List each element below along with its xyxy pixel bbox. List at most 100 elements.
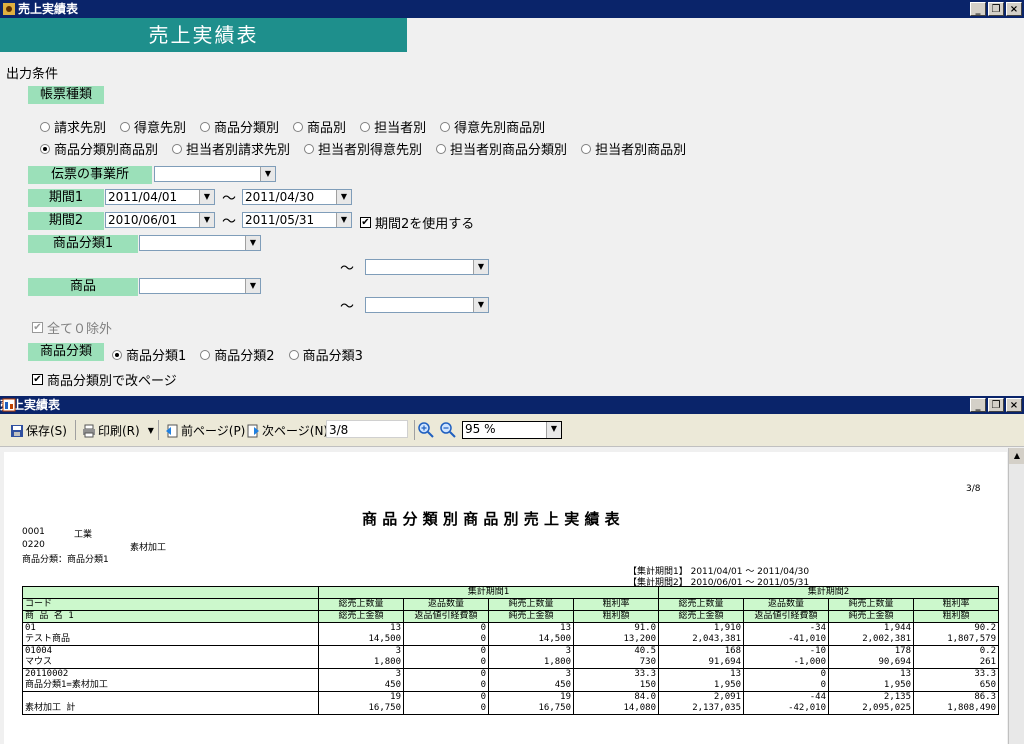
chevron-down-icon: ▼	[260, 167, 275, 181]
report-type-row1: 請求先別 得意先別 商品分類別 商品別 担当者別 得意先別商品別	[40, 117, 545, 136]
report-table: 集計期間1 集計期間2 コード 総売上数量 返品数量 純売上数量 粗利率 総売上数量 返品数量純…	[22, 586, 999, 715]
table-cell: 2,135	[828, 691, 914, 703]
report-type-radio[interactable]: 担当者別商品分類別	[436, 139, 567, 158]
table-cell: 91.0	[573, 622, 659, 634]
period2-from-select[interactable]: 2010/06/01 ▼	[105, 212, 215, 228]
product-to-select[interactable]: ▼	[365, 297, 489, 313]
next-page-button[interactable]: 次ページ(N)	[246, 422, 328, 439]
category-radio[interactable]: 商品分類2	[200, 345, 275, 364]
window-titlebar: 売上実績表 _ ❐ ×	[0, 0, 1024, 18]
table-row: 01 13 0 13 91.0 1,910 -34 1,944 90.2	[22, 622, 999, 634]
radio-icon	[440, 121, 451, 132]
section-label: 出力条件	[6, 67, 59, 82]
zoom-in-icon[interactable]	[418, 422, 434, 438]
table-cell: 総売上数量	[318, 598, 404, 611]
prev-page-icon	[166, 424, 178, 437]
close-button[interactable]: ×	[1006, 2, 1022, 16]
use-period2-checkbox[interactable]: ✔ 期間2を使用する	[360, 213, 474, 232]
report-type-radio[interactable]: 得意先別商品別	[440, 117, 545, 136]
save-icon	[11, 424, 23, 437]
period1-to-select[interactable]: 2011/04/30 ▼	[242, 189, 352, 205]
zoom-select[interactable]: 95 % ▼	[462, 421, 562, 439]
table-cell: 集計期間1	[318, 586, 659, 599]
radio-icon	[581, 143, 592, 154]
table-cell: 粗利額	[913, 610, 999, 623]
table-cell: 1,950	[658, 680, 744, 692]
radio-icon	[360, 121, 371, 132]
table-cell: 14,500	[318, 634, 404, 646]
table-cell: 純売上数量	[828, 598, 914, 611]
table-cell: 1,807,579	[913, 634, 999, 646]
report-type-radio[interactable]: 担当者別	[360, 117, 426, 136]
report-line2-name: 素材加工	[130, 543, 167, 553]
table-cell: 13	[658, 668, 744, 680]
period2-to-select[interactable]: 2011/05/31 ▼	[242, 212, 352, 228]
office-select[interactable]: ▼	[154, 166, 276, 182]
print-button[interactable]: 印刷(R) ▼	[82, 422, 154, 439]
report-type-radio[interactable]: 担当者別商品別	[581, 139, 686, 158]
table-cell: 0	[403, 691, 489, 703]
period1-from-select[interactable]: 2011/04/01 ▼	[105, 189, 215, 205]
chevron-down-icon: ▼	[245, 279, 260, 293]
report-line1-code: 0001	[22, 527, 45, 537]
table-cell: -10	[743, 645, 829, 657]
chevron-down-icon: ▼	[199, 190, 214, 204]
radio-icon	[172, 143, 183, 154]
table-cell: 90.2	[913, 622, 999, 634]
radio-icon	[293, 121, 304, 132]
table-cell: 33.3	[913, 668, 999, 680]
chevron-down-icon: ▼	[336, 213, 351, 227]
product-category1-to-select[interactable]: ▼	[365, 259, 489, 275]
close-button[interactable]: ×	[1006, 398, 1022, 412]
checkbox-checked-icon: ✔	[360, 217, 371, 228]
product-from-select[interactable]: ▼	[139, 278, 261, 294]
table-cell: 730	[573, 657, 659, 669]
minimize-button[interactable]: _	[970, 398, 986, 412]
restore-button[interactable]: ❐	[988, 2, 1004, 16]
table-row: マウス 1,800 0 1,800 730 91,694 -1,000 90,694 261	[22, 657, 999, 669]
report-type-radio[interactable]: 担当者別請求先別	[172, 139, 290, 158]
save-button[interactable]: 保存(S)	[10, 422, 67, 439]
radio-icon	[288, 349, 299, 360]
product-category1-from-select[interactable]: ▼	[139, 235, 261, 251]
report-page: 3/8 商 品 分 類 別 商 品 別 売 上 実 績 表 0001 工業 02…	[4, 452, 1007, 744]
exclude-zero-checkbox[interactable]: ✔ 全て０除外	[32, 318, 112, 337]
report-type-radio[interactable]: 商品分類別商品別	[40, 139, 158, 158]
scroll-up-icon[interactable]: ▲	[1009, 448, 1024, 464]
table-cell: 総売上金額	[318, 610, 404, 623]
report-title: 商 品 分 類 別 商 品 別 売 上 実 績 表	[362, 510, 620, 528]
table-cell: -42,010	[743, 703, 829, 715]
minimize-button[interactable]: _	[970, 2, 986, 16]
table-cell: 261	[913, 657, 999, 669]
table-cell: 純売上金額	[828, 610, 914, 623]
table-cell: -41,010	[743, 634, 829, 646]
table-cell: 0	[403, 634, 489, 646]
table-cell: 0	[403, 668, 489, 680]
table-cell: 返品数量	[403, 598, 489, 611]
vertical-scrollbar[interactable]: ▲	[1008, 448, 1024, 744]
table-cell: 33.3	[573, 668, 659, 680]
report-type-radio[interactable]: 得意先別	[120, 117, 186, 136]
chevron-down-icon: ▼	[546, 422, 561, 438]
report-type-radio[interactable]: 担当者別得意先別	[304, 139, 422, 158]
table-cell: 86.3	[913, 691, 999, 703]
chevron-down-icon: ▼	[473, 260, 488, 274]
table-cell: 0	[403, 680, 489, 692]
table-cell: 01	[22, 622, 319, 634]
table-cell: 16,750	[488, 703, 574, 715]
zoom-out-icon[interactable]	[440, 422, 456, 438]
report-type-radio[interactable]: 商品分類別	[200, 117, 279, 136]
category-radio[interactable]: 商品分類3	[288, 345, 363, 364]
report-type-radio[interactable]: 請求先別	[40, 117, 106, 136]
viewer-toolbar: 保存(S) 印刷(R) ▼ 前ページ(P) 次ページ(N) 3/8 95 % ▼	[0, 414, 1024, 447]
radio-icon	[120, 121, 131, 132]
restore-button[interactable]: ❐	[988, 398, 1004, 412]
table-cell: 粗利額	[573, 610, 659, 623]
radio-icon	[200, 349, 211, 360]
page-indicator-field[interactable]: 3/8	[326, 420, 408, 438]
report-type-radio[interactable]: 商品別	[293, 117, 346, 136]
dropdown-arrow-icon[interactable]: ▼	[148, 426, 154, 435]
category-radio[interactable]: 商品分類1	[112, 345, 186, 364]
page-break-checkbox[interactable]: ✔ 商品分類別で改ページ	[32, 370, 177, 389]
prev-page-button[interactable]: 前ページ(P)	[165, 422, 245, 439]
